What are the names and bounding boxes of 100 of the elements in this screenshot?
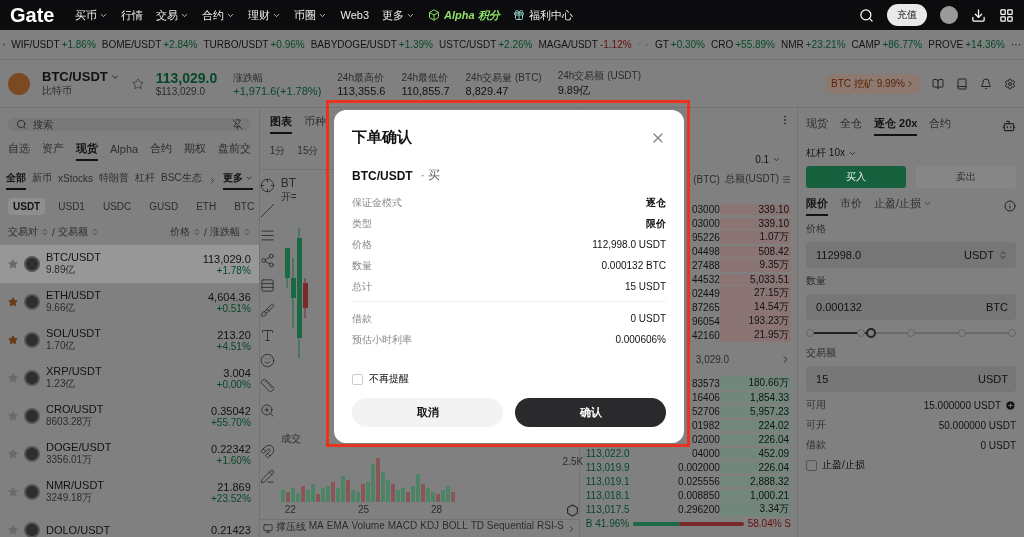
order-type-tab[interactable]: 市价: [840, 196, 863, 216]
side-button[interactable]: 买入: [806, 166, 907, 188]
avatar[interactable]: [940, 6, 958, 24]
text-field[interactable]: 15 USDT: [806, 366, 1016, 392]
more-dropdown[interactable]: 更多: [222, 171, 253, 190]
nav-item[interactable]: 交易: [156, 7, 190, 23]
nav-item[interactable]: 买币: [75, 7, 109, 23]
ticker-item[interactable]: WIF/USDT +1.86%: [11, 39, 96, 50]
nav-item[interactable]: 更多: [382, 7, 415, 23]
ticker-item[interactable]: CAMP +86.77%: [851, 39, 923, 50]
stepper-icon[interactable]: [998, 250, 1008, 260]
nav-link[interactable]: Alpha 积分: [444, 7, 500, 23]
market-tab[interactable]: 盘前交: [218, 141, 252, 161]
indicator-link[interactable]: Volume: [351, 520, 385, 531]
filter-tab[interactable]: 全部: [6, 171, 26, 190]
grid-icon[interactable]: [999, 7, 1014, 23]
quote-chip[interactable]: ETH: [191, 198, 222, 215]
nav-item[interactable]: 合约: [202, 7, 236, 23]
indicator-link[interactable]: RSI-S: [537, 520, 564, 531]
star-icon[interactable]: [131, 77, 144, 90]
column-header[interactable]: 交易额: [57, 225, 88, 239]
interval-tab[interactable]: 1分: [269, 144, 286, 163]
fib-icon[interactable]: [259, 278, 275, 293]
crosshair-icon[interactable]: [259, 178, 275, 193]
market-tab[interactable]: 期权: [184, 141, 207, 161]
ticker-item[interactable]: BABYDOGE/USDT +1.39%: [310, 39, 433, 50]
indicator-link[interactable]: MACD: [387, 520, 418, 531]
quote-chip[interactable]: USD1: [53, 198, 90, 215]
robot-icon[interactable]: [1002, 119, 1016, 133]
mining-badge[interactable]: BTC 挖矿 9.99%: [826, 73, 920, 94]
leverage-select[interactable]: 杠杆 10x: [806, 146, 845, 160]
market-row[interactable]: ETH/USDT 9.66亿 4,604.36 +0.51%: [0, 283, 259, 321]
indicator-link[interactable]: TD Sequential: [470, 520, 535, 531]
market-row[interactable]: BTC/USDT 9.89亿 113,029.0 +1.78%: [0, 245, 259, 283]
margin-tab[interactable]: 合约: [929, 116, 952, 136]
nav-item[interactable]: Web3: [340, 9, 369, 21]
smiley-icon[interactable]: [259, 353, 275, 368]
ticker-item[interactable]: USTC/USDT +2.26%: [439, 39, 533, 50]
market-row[interactable]: DOGE/USDT 3356.01万 0.22342 +1.60%: [0, 435, 259, 473]
logo[interactable]: Gate: [10, 3, 55, 27]
pin-icon[interactable]: [231, 119, 243, 130]
market-tab[interactable]: 现货: [76, 141, 98, 161]
quote-chip[interactable]: USDT: [8, 198, 46, 215]
screen-icon[interactable]: [262, 523, 273, 534]
market-row[interactable]: XRP/USDT 1.23亿 3.004 +0.00%: [0, 359, 259, 397]
side-button[interactable]: 卖出: [916, 166, 1016, 188]
add-icon[interactable]: [1005, 399, 1016, 411]
search-field[interactable]: 搜索: [31, 118, 228, 131]
market-row[interactable]: CRO/USDT 8603.28万 0.35042 +55.70%: [0, 397, 259, 435]
margin-tab[interactable]: 逐仓 20x: [874, 116, 918, 136]
quote-chip[interactable]: GUSD: [144, 198, 184, 215]
indicator-link[interactable]: 撑压线: [275, 520, 306, 534]
indicator-link[interactable]: MA: [308, 520, 324, 531]
pattern-icon[interactable]: [259, 253, 275, 268]
filter-tab[interactable]: 杠杆: [135, 171, 155, 190]
magnet-icon[interactable]: [259, 444, 275, 459]
confirm-button[interactable]: 确认: [515, 398, 666, 427]
text-tool-icon[interactable]: [259, 328, 275, 343]
chart-tab[interactable]: 图表: [269, 114, 292, 134]
market-tab[interactable]: 自选: [8, 141, 30, 161]
market-row[interactable]: DOLO/USDT 0.21423: [0, 511, 259, 537]
nav-link[interactable]: 福利中心: [528, 7, 573, 23]
bell-icon[interactable]: [980, 77, 992, 90]
checkbox[interactable]: [806, 459, 818, 471]
ticker-item[interactable]: BOME/USDT +2.84%: [101, 39, 198, 50]
filter-tab[interactable]: BSC生态: [161, 171, 202, 190]
star-icon[interactable]: [8, 297, 18, 307]
interval-tab[interactable]: 15分: [297, 144, 319, 163]
text-field[interactable]: 0.000132 BTC: [806, 294, 1016, 320]
nav-item[interactable]: 理财: [248, 7, 282, 23]
ticker-item[interactable]: CRO +55.89%: [711, 39, 775, 50]
input-field[interactable]: 0.000132: [814, 300, 982, 314]
star-icon[interactable]: [8, 259, 18, 269]
precision-select[interactable]: 0.1: [755, 153, 770, 165]
book-icon[interactable]: [932, 77, 944, 90]
pencil-icon[interactable]: [259, 469, 275, 484]
zoom-in-icon[interactable]: [259, 403, 275, 418]
margin-tab[interactable]: 现货: [806, 116, 829, 136]
nav-item[interactable]: 行情: [121, 7, 144, 23]
filter-tab[interactable]: xStocks: [58, 172, 93, 189]
line-tool-icon[interactable]: [259, 203, 275, 218]
order-type-tab[interactable]: 限价: [806, 196, 829, 216]
text-field[interactable]: 112998.0 USDT: [806, 242, 1016, 268]
pair-selector[interactable]: BTC/USDT: [42, 69, 120, 84]
cancel-button[interactable]: 取消: [352, 398, 503, 427]
more-link[interactable]: ···: [1011, 39, 1021, 50]
ticker-item[interactable]: NMR +23.21%: [781, 39, 846, 50]
search-icon[interactable]: [859, 7, 874, 23]
indicator-link[interactable]: BOLL: [442, 520, 468, 531]
margin-tab[interactable]: 全仓: [840, 116, 863, 136]
quote-chip[interactable]: USDC: [97, 198, 137, 215]
download-icon[interactable]: [971, 7, 986, 23]
market-tab[interactable]: Alpha: [110, 142, 139, 160]
filter-tab[interactable]: 特朗普: [99, 171, 129, 190]
market-tab[interactable]: 合约: [150, 141, 173, 161]
nav-item[interactable]: 币圈: [294, 7, 328, 23]
ticker-item[interactable]: MAGA/USDT -1.12%: [538, 39, 632, 50]
ruler-icon[interactable]: [259, 378, 275, 393]
column-header[interactable]: 价格: [170, 225, 190, 239]
input-field[interactable]: 112998.0: [814, 248, 961, 262]
